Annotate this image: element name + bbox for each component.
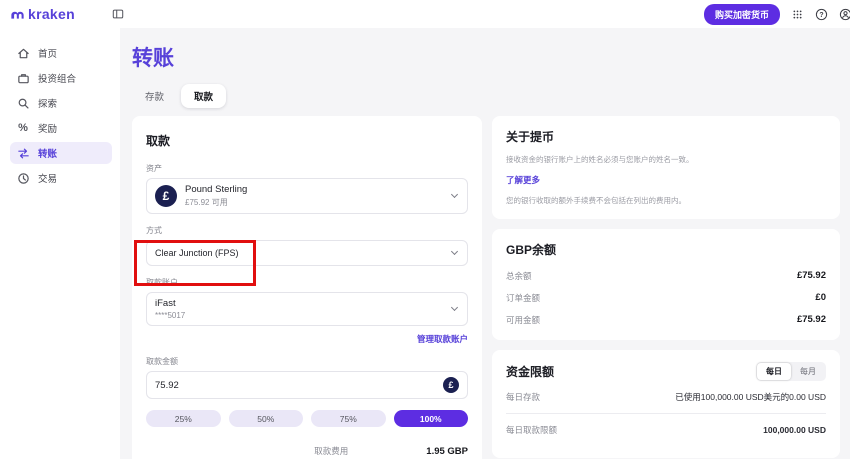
fee-row: 取款费用 1.95 GBP — [146, 445, 468, 457]
withdraw-card: 取款 资产 £ Pound Sterling £75.92 可用 方式 Clea… — [132, 116, 482, 459]
kraken-logo-text: kraken — [28, 6, 75, 22]
limit-row-deposit: 每日存款 已使用100,000.00 USD美元的0.00 USD — [506, 381, 826, 413]
about-withdrawals-card: 关于提币 接收资金的银行账户上的姓名必须与您账户的姓名一致。 了解更多 您的银行… — [492, 116, 840, 219]
sidebar-item-label: 转账 — [38, 146, 57, 160]
percent-25-button[interactable]: 25% — [146, 410, 221, 427]
balance-row-available: 可用金额 £75.92 — [506, 314, 826, 326]
tab-withdraw[interactable]: 取款 — [181, 84, 226, 108]
transfer-tabs: 存款 取款 — [132, 84, 845, 108]
account-name: iFast — [155, 298, 185, 309]
percent-icon — [16, 121, 30, 135]
portfolio-icon — [16, 71, 30, 85]
percent-buttons: 25% 50% 75% 100% — [146, 410, 468, 427]
sidebar-item-label: 奖励 — [38, 121, 57, 135]
search-icon — [16, 96, 30, 110]
transfer-icon — [16, 146, 30, 160]
topbar: kraken 购买加密货币 ? — [0, 0, 850, 28]
gbp-balance-card: GBP余额 总余额 £75.92 订单金额 £0 可用金额 £75.92 — [492, 229, 840, 340]
sidebar-item-label: 探索 — [38, 96, 57, 110]
sidebar-item-label: 首页 — [38, 46, 57, 60]
sidebar-item-home[interactable]: 首页 — [10, 42, 112, 64]
sidebar-item-portfolio[interactable]: 投资组合 — [10, 67, 112, 89]
chevron-down-icon — [451, 304, 458, 311]
sidebar: 首页 投资组合 探索 奖励 转账 交易 — [0, 28, 120, 459]
method-value: Clear Junction (FPS) — [155, 246, 239, 260]
buy-crypto-button[interactable]: 购买加密货币 — [704, 4, 780, 25]
page-title: 转账 — [132, 42, 845, 72]
asset-label: 资产 — [146, 163, 468, 174]
apps-grid-icon[interactable] — [790, 7, 804, 21]
sidebar-item-label: 交易 — [38, 171, 57, 185]
sidebar-item-activity[interactable]: 交易 — [10, 167, 112, 189]
clock-icon — [16, 171, 30, 185]
sidebar-item-explore[interactable]: 探索 — [10, 92, 112, 114]
tab-deposit[interactable]: 存款 — [132, 84, 177, 108]
balance-heading: GBP余额 — [506, 241, 826, 258]
funding-limits-card: 资金限额 每日 每月 每日存款 已使用100,000.00 USD美元的0.00… — [492, 350, 840, 458]
manage-accounts-link[interactable]: 管理取款账户 — [146, 333, 468, 345]
chevron-down-icon — [451, 191, 458, 198]
percent-75-button[interactable]: 75% — [311, 410, 386, 427]
gbp-coin-icon: £ — [443, 377, 459, 393]
percent-100-button[interactable]: 100% — [394, 410, 469, 427]
withdrawal-account-select[interactable]: iFast ****5017 — [146, 292, 468, 326]
app-root: kraken 购买加密货币 ? 首页 — [0, 0, 850, 459]
fee-value: 1.95 GBP — [426, 446, 468, 457]
account-icon[interactable] — [838, 7, 850, 21]
right-column: 关于提币 接收资金的银行账户上的姓名必须与您账户的姓名一致。 了解更多 您的银行… — [492, 116, 840, 459]
limits-period-toggle: 每日 每月 — [756, 362, 826, 381]
limit-row-withdrawal: 每日取款限额 100,000.00 USD — [506, 414, 826, 446]
kraken-logo-mark-icon — [10, 9, 25, 20]
period-daily-button[interactable]: 每日 — [757, 363, 791, 380]
sidebar-item-transfer[interactable]: 转账 — [10, 142, 112, 164]
percent-50-button[interactable]: 50% — [229, 410, 304, 427]
amount-input[interactable] — [155, 380, 443, 391]
account-masked-number: ****5017 — [155, 311, 185, 320]
about-paragraph-2: 您的银行收取的额外手续费不会包括在列出的费用内。 — [506, 195, 826, 206]
method-select[interactable]: Clear Junction (FPS) — [146, 240, 468, 266]
sidebar-item-rewards[interactable]: 奖励 — [10, 117, 112, 139]
svg-text:?: ? — [819, 11, 823, 18]
withdrawal-account-label: 取款账户 — [146, 277, 468, 288]
sidebar-item-label: 投资组合 — [38, 71, 76, 85]
balance-row-in-orders: 订单金额 £0 — [506, 292, 826, 304]
method-label: 方式 — [146, 225, 468, 236]
amount-field: £ — [146, 371, 468, 399]
about-paragraph-1: 接收资金的银行账户上的姓名必须与您账户的姓名一致。 — [506, 154, 826, 165]
limits-heading: 资金限额 — [506, 363, 554, 380]
about-heading: 关于提币 — [506, 128, 826, 145]
asset-available: £75.92 可用 — [185, 197, 247, 208]
period-monthly-button[interactable]: 每月 — [791, 363, 825, 380]
main-content: 转账 存款 取款 取款 资产 £ Pound Sterling £75.92 可… — [120, 28, 850, 459]
asset-select[interactable]: £ Pound Sterling £75.92 可用 — [146, 178, 468, 214]
withdraw-heading: 取款 — [146, 132, 468, 149]
home-icon — [16, 46, 30, 60]
fee-label: 取款费用 — [314, 445, 348, 457]
asset-name: Pound Sterling — [185, 184, 247, 195]
help-icon[interactable]: ? — [814, 7, 828, 21]
amount-label: 取款金额 — [146, 356, 468, 367]
balance-row-total: 总余额 £75.92 — [506, 270, 826, 282]
kraken-logo[interactable]: kraken — [10, 6, 75, 22]
sidebar-collapse-icon[interactable] — [111, 7, 125, 21]
gbp-coin-icon: £ — [155, 185, 177, 207]
chevron-down-icon — [451, 248, 458, 255]
learn-more-link[interactable]: 了解更多 — [506, 174, 826, 186]
